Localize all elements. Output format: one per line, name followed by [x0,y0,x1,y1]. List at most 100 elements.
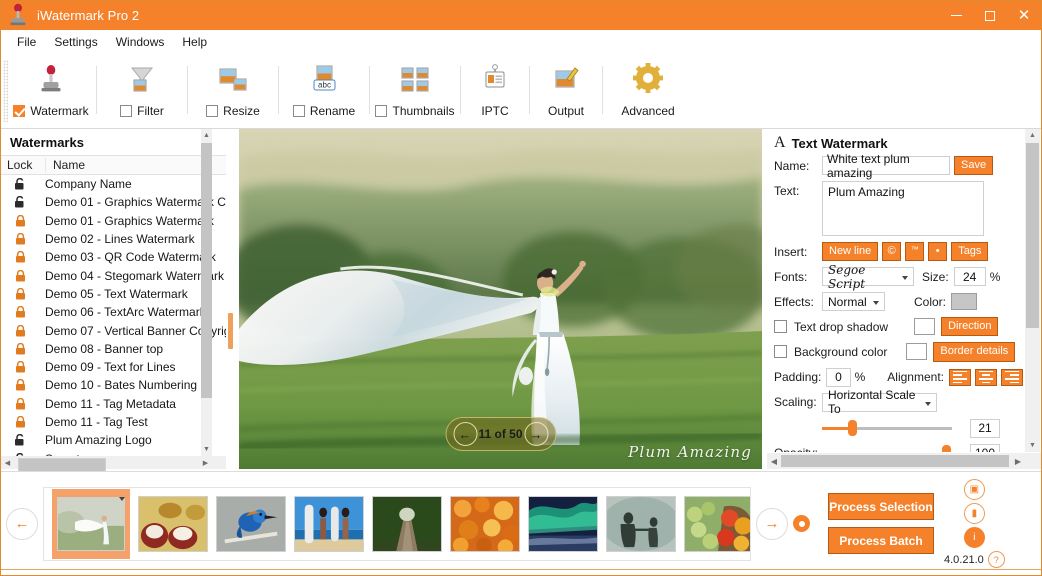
toolbar-item-advanced[interactable]: Advanced [606,54,690,128]
insert-copyright-button[interactable]: © [882,242,901,261]
lock-open-icon[interactable] [1,434,39,446]
table-row[interactable]: Company Name [1,175,226,193]
thumbnails-checkbox[interactable] [375,105,387,117]
rename-checkbox[interactable] [293,105,305,117]
align-right-button[interactable] [1001,369,1023,386]
background-color-checkbox[interactable] [774,345,787,358]
toolbar-item-thumbnails[interactable]: Thumbnails [373,54,457,128]
align-center-button[interactable] [975,369,997,386]
toolbar-item-watermark[interactable]: Watermark [9,54,93,128]
next-image-button[interactable]: → [524,422,548,446]
prev-image-button[interactable]: ← [453,422,477,446]
properties-vscroll-thumb[interactable] [1026,143,1039,328]
info-icon[interactable]: i [964,527,985,548]
lock-open-icon[interactable] [1,196,39,208]
resize-checkbox[interactable] [206,105,218,117]
properties-hscrollbar[interactable]: ◀ ▶ [767,453,1041,469]
properties-vscrollbar[interactable]: ▲ ▼ [1025,129,1040,452]
properties-vscroll-down[interactable]: ▼ [1025,439,1040,452]
filmstrip[interactable] [43,487,751,561]
settings-gear-icon[interactable] [793,515,810,532]
hscroll-right-arrow[interactable]: ▶ [199,456,212,469]
vscroll-down-arrow[interactable]: ▼ [201,443,212,456]
image-preview-area[interactable]: ← 11 of 50 → Plum Amazing [235,129,766,469]
table-row[interactable]: Demo 09 - Text for Lines [1,358,226,376]
filmstrip-prev-button[interactable]: ← [6,508,38,540]
filmstrip-thumbnail[interactable] [372,496,442,552]
table-row[interactable]: Demo 01 - Graphics Watermark Copy [1,193,226,211]
table-row[interactable]: Demo 11 - Tag Test [1,413,226,431]
insert-bullet-button[interactable]: • [928,242,947,261]
lock-closed-icon[interactable] [1,398,39,410]
table-row[interactable]: Demo 11 - Tag Metadata [1,395,226,413]
table-row[interactable]: Demo 02 - Lines Watermark [1,230,226,248]
menu-file[interactable]: File [8,32,45,52]
filmstrip-thumbnail[interactable] [450,496,520,552]
color-swatch[interactable] [951,293,977,310]
maximize-button[interactable] [973,1,1007,30]
lock-closed-icon[interactable] [1,343,39,355]
scale-slider[interactable] [822,420,952,436]
image-edit-icon[interactable]: ▣ [964,479,985,500]
lock-closed-icon[interactable] [1,270,39,282]
text-drop-shadow-checkbox[interactable] [774,320,787,333]
lock-closed-icon[interactable] [1,251,39,263]
watermark-checkbox[interactable] [13,105,25,117]
filmstrip-thumbnail[interactable] [216,496,286,552]
toolbar-item-iptc[interactable]: IPTC [464,54,526,128]
hscroll-left-arrow[interactable]: ◀ [1,456,14,469]
insert-tags-button[interactable]: Tags [951,242,988,261]
filter-checkbox[interactable] [120,105,132,117]
lock-closed-icon[interactable] [1,288,39,300]
insert-trademark-button[interactable]: ™ [905,242,924,261]
lock-closed-icon[interactable] [1,306,39,318]
table-row[interactable]: Demo 07 - Vertical Banner Copyright Y [1,321,226,339]
column-header-name[interactable]: Name [45,158,226,172]
properties-vscroll-up[interactable]: ▲ [1025,129,1040,142]
close-button[interactable]: ✕ [1007,1,1041,30]
process-selection-button[interactable]: Process Selection [828,493,934,520]
filmstrip-thumbnail[interactable] [606,496,676,552]
splitter-grip[interactable] [228,313,233,349]
padding-input[interactable]: 0 [826,368,850,387]
lock-closed-icon[interactable] [1,215,39,227]
menu-help[interactable]: Help [173,32,216,52]
filmstrip-thumbnail[interactable] [138,496,208,552]
align-left-button[interactable] [949,369,971,386]
filmstrip-thumbnail[interactable] [294,496,364,552]
effects-select[interactable]: Normal [822,292,885,311]
properties-hscroll-left[interactable]: ◀ [767,453,781,469]
save-button[interactable]: Save [954,156,993,175]
vscroll-up-arrow[interactable]: ▲ [201,129,212,142]
table-row[interactable]: Demo 01 - Graphics Watermark [1,212,226,230]
direction-button[interactable]: Direction [941,317,998,336]
toolbar-item-rename[interactable]: abc Rename [282,54,366,128]
process-batch-button[interactable]: Process Batch [828,527,934,554]
panel-splitter[interactable] [226,129,235,469]
toolbar-item-filter[interactable]: Filter [100,54,184,128]
filmstrip-thumbnail[interactable] [684,496,751,552]
properties-hscroll-thumb[interactable] [781,455,1009,467]
toolbar-item-resize[interactable]: Resize [191,54,275,128]
table-row[interactable]: Demo 06 - TextArc Watermark [1,303,226,321]
table-row[interactable]: Demo 10 - Bates Numbering [1,376,226,394]
lock-closed-icon[interactable] [1,233,39,245]
opacity-value[interactable]: 100 [970,444,1000,452]
border-preview-box[interactable] [906,343,927,360]
table-row[interactable]: Demo 04 - Stegomark Watermark [1,266,226,284]
scale-value[interactable]: 21 [970,419,1000,438]
properties-hscroll-right[interactable]: ▶ [1011,453,1025,469]
filmstrip-thumbnail[interactable] [528,496,598,552]
size-input[interactable]: 24 [954,267,986,286]
table-row[interactable]: Plum Amazing Logo [1,431,226,449]
lock-closed-icon[interactable] [1,361,39,373]
filmstrip-thumbnail[interactable] [52,489,130,559]
direction-preview-box[interactable] [914,318,935,335]
insert-new-line-button[interactable]: New line [822,242,878,261]
toolbar-item-output[interactable]: Output [533,54,599,128]
vscroll-thumb[interactable] [201,143,212,398]
lock-closed-icon[interactable] [1,379,39,391]
name-input[interactable]: White text plum amazing [822,156,950,175]
toolbar-drag-handle[interactable] [3,60,8,122]
watermarks-vscrollbar[interactable]: ▲ ▼ [201,129,212,456]
